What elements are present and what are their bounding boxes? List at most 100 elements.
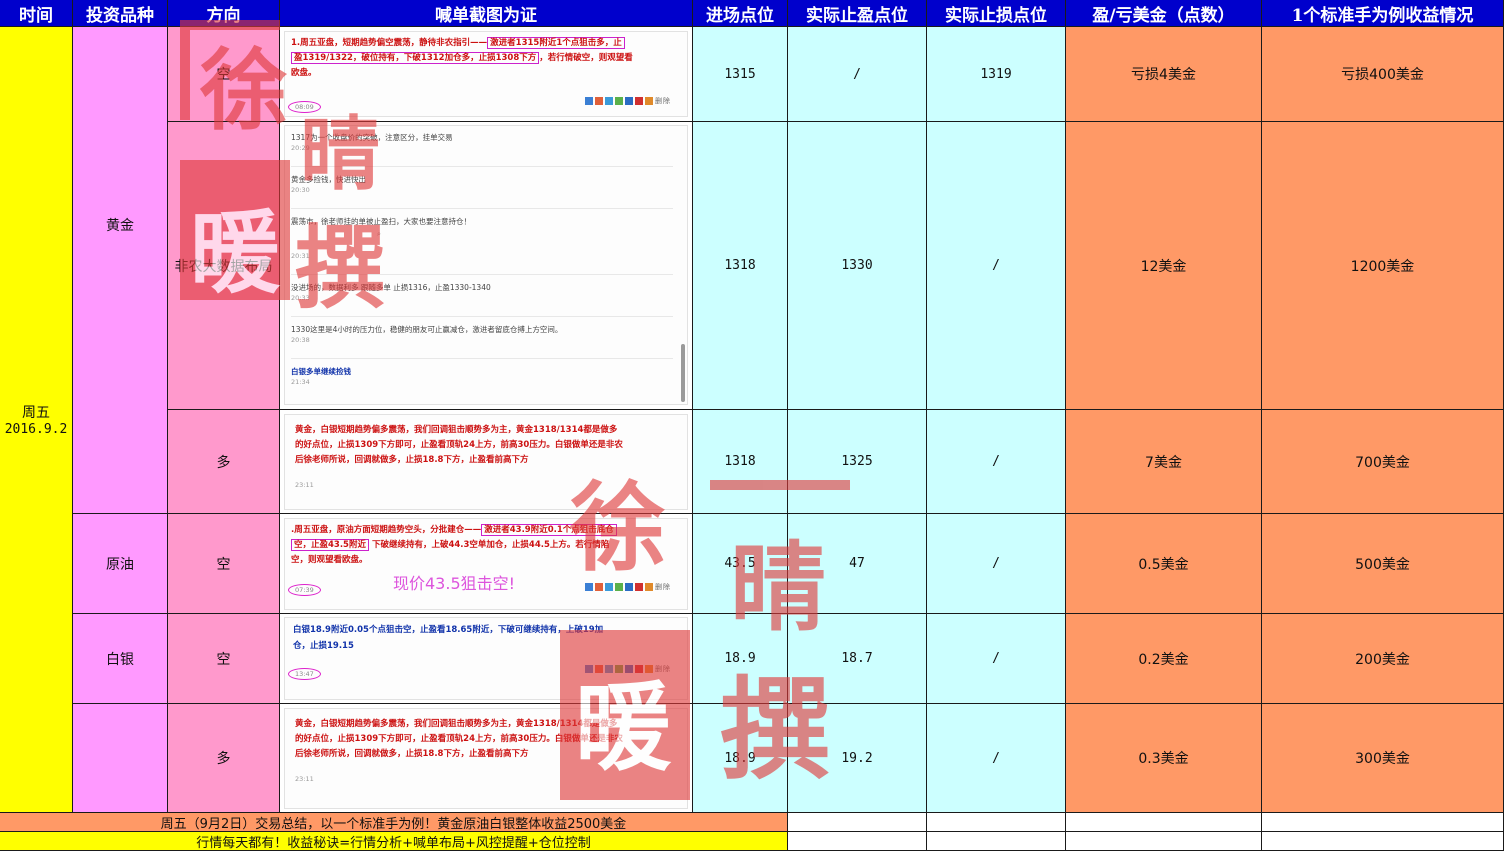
share-icon[interactable] [615, 97, 623, 105]
share-icon[interactable] [605, 583, 613, 591]
delete-link[interactable]: 删除 [655, 583, 671, 591]
instrument-oil-label: 原油 [106, 556, 134, 573]
s2-item-text: 没进场的，数据利多 跟随多单 止损1316，止盈1330-1340 [291, 283, 491, 292]
share-icon[interactable] [635, 97, 643, 105]
share-icon[interactable] [585, 665, 593, 673]
delete-link[interactable]: 删除 [655, 97, 671, 105]
footer-slogan: 行情每天都有！收益秘诀=行情分析+喊单布局+风控提醒+仓位控制 [0, 832, 788, 851]
take-profit-cell: 19.2 [788, 704, 927, 813]
s2-item: 黄金多捡钱，快进快出 20:30 [291, 170, 673, 209]
entry-cell: 18.9 [693, 704, 788, 813]
share-icon[interactable] [595, 583, 603, 591]
share-icon[interactable] [585, 97, 593, 105]
pl-cell: 0.3美金 [1066, 704, 1262, 813]
s2-item: 白银多单继续捡钱 21:34 [291, 362, 673, 400]
footer-empty [1066, 832, 1262, 851]
date-cell: 周五 2016.9.2 [0, 27, 73, 813]
result-cell: 700美金 [1262, 410, 1504, 514]
take-profit-cell: 18.7 [788, 614, 927, 704]
s1-toolbar: 删除 [585, 96, 671, 106]
share-icon[interactable] [625, 97, 633, 105]
screenshot-5: 白银18.9附近0.05个点狙击空，止盈看18.65附近，下破可继续持有，上破1… [284, 617, 688, 700]
s4-time: 07:39 [288, 584, 321, 596]
s6-line-2: 的好点位，止损1309下方即可，止盈看顶轨24上方，前高30压力。白银做单还是非… [295, 734, 623, 744]
screenshot-2: 1317为一个收盘价的突破，注意区分，挂单交易 20:29 黄金多捡钱，快进快出 2… [284, 125, 688, 405]
take-profit-cell: 1325 [788, 410, 927, 514]
s2-item-text: 1317为一个收盘价的突破，注意区分，挂单交易 [291, 133, 453, 142]
s2-item-time: 20:31 [291, 252, 310, 260]
instrument-oil: 原油 [73, 514, 168, 614]
share-icon[interactable] [615, 665, 623, 673]
footer-empty [927, 813, 1066, 832]
pl-cell: 亏损4美金 [1066, 27, 1262, 122]
stop-loss-cell: / [927, 704, 1066, 813]
share-icon[interactable] [605, 97, 613, 105]
take-profit-cell: 1330 [788, 122, 927, 410]
share-icon[interactable] [635, 583, 643, 591]
share-icon[interactable] [605, 665, 613, 673]
stop-loss-cell: / [927, 122, 1066, 410]
screenshot-1: 1.周五亚盘，短期趋势偏空震荡，静待非农指引—— 激进者1315附近1个点狙击多，… [284, 31, 688, 117]
header-entry: 进场点位 [693, 0, 788, 27]
share-icon[interactable] [645, 583, 653, 591]
share-icon[interactable] [585, 583, 593, 591]
s3-line-1: 黄金，白银短期趋势偏多震荡，我们回调狙击顺势多为主，黄金1318/1314都是做… [295, 425, 618, 435]
s4-toolbar: 删除 [585, 582, 671, 592]
pl-cell: 0.5美金 [1066, 514, 1262, 614]
s4-note: 现价43.5狙击空! [393, 574, 516, 593]
s1-text-c: 盈1319/1322，破位持有，下破1312加仓多，止损1308下方 [291, 52, 540, 64]
footer-summary: 周五（9月2日）交易总结，以一个标准手为例！黄金原油白银整体收益2500美金 [0, 813, 788, 832]
s4-text-a: .周五亚盘，原油方面短期趋势空头，分批建仓—— [291, 525, 482, 535]
footer-empty [1066, 813, 1262, 832]
header-screenshot: 喊单截图为证 [280, 0, 693, 27]
s2-item-text: 白银多单继续捡钱 [291, 367, 351, 376]
share-icon[interactable] [625, 665, 633, 673]
s2-item: 震荡市，徐老师挂的单被止盈扫，大家也要注意持仓！ ⌕ 20:31 [291, 212, 673, 275]
s2-item-text: 1330这里是4小时的压力位，稳健的朋友可止赢减仓，激进者留底仓搏上方空间。 [291, 325, 563, 334]
pl-cell: 7美金 [1066, 410, 1262, 514]
header-stop-loss: 实际止损点位 [927, 0, 1066, 27]
s5-line-1: 白银18.9附近0.05个点狙击空，止盈看18.65附近，下破可继续持有，上破1… [293, 625, 604, 635]
s2-search-icon: ⌕ [291, 229, 382, 238]
s6-time: 23:11 [295, 775, 314, 783]
share-icon[interactable] [625, 583, 633, 591]
pl-cell: 0.2美金 [1066, 614, 1262, 704]
screenshot-6: 黄金，白银短期趋势偏多震荡，我们回调狙击顺势多为主，黄金1318/1314都是做… [284, 708, 688, 809]
result-cell: 500美金 [1262, 514, 1504, 614]
s2-item: 1330这里是4小时的压力位，稳健的朋友可止赢减仓，激进者留底仓搏上方空间。 20… [291, 320, 673, 359]
take-profit-cell: 47 [788, 514, 927, 614]
scrollbar-thumb[interactable] [681, 344, 685, 402]
share-icon[interactable] [595, 97, 603, 105]
header-direction: 方向 [168, 0, 280, 27]
direction-row-6: 多 [168, 704, 280, 813]
s4-text-c: 空，止盈43.5附近 [291, 539, 369, 551]
result-cell: 1200美金 [1262, 122, 1504, 410]
s3-line-2: 的好点位，止损1309下方即可，止盈看顶轨24上方，前高30压力。白银做单还是非… [295, 440, 623, 450]
direction-row-1: 空 [168, 27, 280, 122]
instrument-silver-2 [73, 704, 168, 813]
screenshot-4: .周五亚盘，原油方面短期趋势空头，分批建仓—— 激进者43.9附近0.1个点狙击底… [284, 518, 688, 610]
s1-text-a: 1.周五亚盘，短期趋势偏空震荡，静待非农指引—— [291, 38, 488, 48]
share-icon[interactable] [645, 665, 653, 673]
result-cell: 亏损400美金 [1262, 27, 1504, 122]
stop-loss-cell: / [927, 514, 1066, 614]
footer-empty [788, 832, 927, 851]
share-icon[interactable] [615, 583, 623, 591]
s2-item-text: 震荡市，徐老师挂的单被止盈扫，大家也要注意持仓！ [291, 217, 471, 226]
s4-text-e: 空，则观望看欧盘。 [291, 555, 368, 565]
s2-item-time: 20:30 [291, 186, 310, 194]
result-cell: 200美金 [1262, 614, 1504, 704]
s2-item-text: 黄金多捡钱，快进快出 [291, 175, 366, 184]
share-icon[interactable] [635, 665, 643, 673]
delete-link[interactable]: 删除 [655, 665, 671, 673]
instrument-silver-label: 白银 [106, 651, 134, 668]
entry-cell: 18.9 [693, 614, 788, 704]
s3-line-3: 后徐老师所说，回调就做多，止损18.8下方，止盈看前高下方 [295, 455, 529, 465]
footer-empty [927, 832, 1066, 851]
share-icon[interactable] [595, 665, 603, 673]
s2-item: 没进场的，数据利多 跟随多单 止损1316，止盈1330-1340 20:33 [291, 278, 673, 317]
share-icon[interactable] [645, 97, 653, 105]
footer-empty [1262, 813, 1504, 832]
entry-cell: 1315 [693, 27, 788, 122]
s2-item: 1317为一个收盘价的突破，注意区分，挂单交易 20:29 [291, 128, 673, 167]
